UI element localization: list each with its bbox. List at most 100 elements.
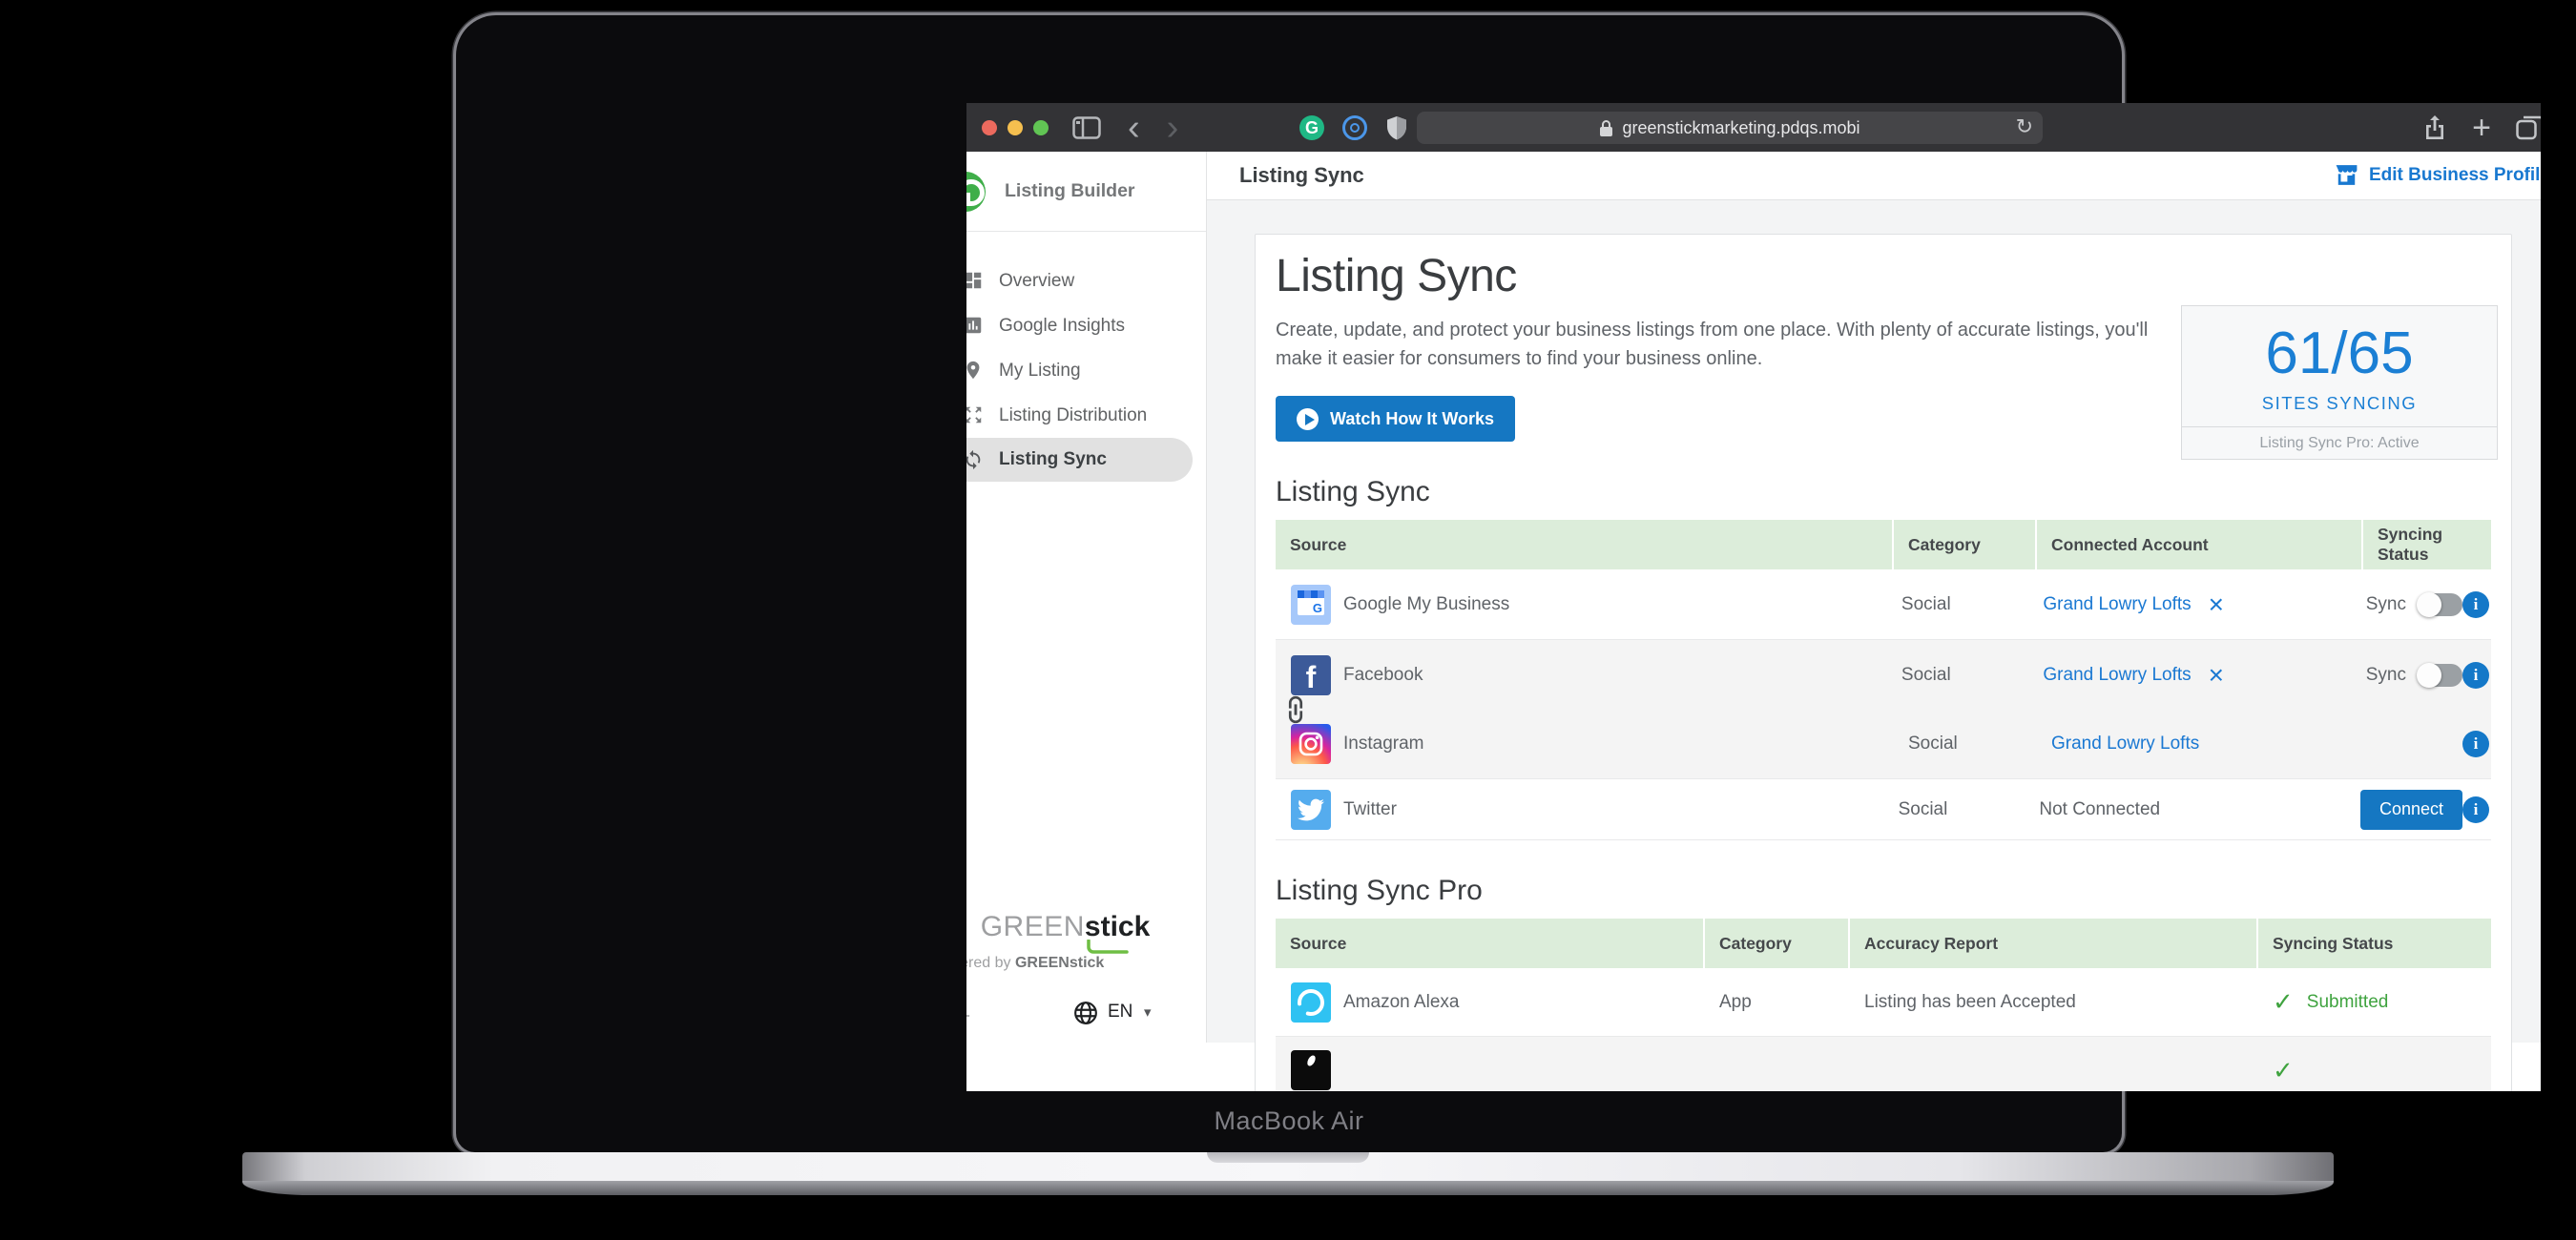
instagram-icon [1291,724,1331,764]
info-icon[interactable]: i [2462,796,2489,823]
macbook-mockup: ‹ › G greenstickmarketing.pdqs.mobi ↻ [0,0,2576,1240]
section-heading: Listing Sync [1276,250,2491,302]
info-icon[interactable]: i [2462,731,2489,757]
sidebar: Listing Builder Overview [966,152,1207,1043]
page-title: Listing Sync [1239,163,1364,188]
laptop-base-edge [242,1181,2334,1195]
main-content: Listing Sync Edit Business Profile Listi… [1207,152,2541,1043]
play-icon [1297,408,1319,430]
sync-table-heading: Listing Sync [1276,476,2491,508]
sync-arrows-icon [966,449,984,470]
sidebar-item-google-insights[interactable]: Google Insights [966,303,1206,348]
amazon-alexa-icon [1291,982,1331,1023]
table-row-partial: ✓ [1276,1037,2491,1091]
table-row-instagram: Instagram Social Grand Lowry Lofts i [1276,710,2491,778]
apple-icon [1291,1050,1331,1090]
share-icon[interactable] [2422,114,2447,142]
disconnect-x-icon[interactable]: × [2209,591,2224,618]
grammarly-extension-icon[interactable]: G [1299,115,1324,140]
disconnect-x-icon[interactable]: × [2209,662,2224,689]
watch-how-it-works-button[interactable]: Watch How It Works [1276,396,1515,442]
language-selector[interactable]: EN [1108,1002,1132,1023]
dashboard-icon [966,270,984,291]
connected-account-link[interactable]: Grand Lowry Lofts [2051,734,2199,754]
window-close-button[interactable] [982,120,997,135]
distribution-arrows-icon [966,404,984,425]
pro-table-header: Source Category Accuracy Report Syncing … [1276,919,2491,968]
connect-button[interactable]: Connect [2360,790,2462,830]
sidebar-item-label: Listing Sync [999,449,1107,470]
language-row: ← EN ▾ [966,999,1206,1027]
refresh-icon[interactable]: ↻ [2016,114,2033,139]
info-icon[interactable]: i [2462,591,2489,618]
sidebar-nav: Overview Google Insights [966,232,1206,482]
laptop-bezel: ‹ › G greenstickmarketing.pdqs.mobi ↻ [456,15,2122,1152]
table-row-google-my-business: G Google My Business Social Grand Lowry … [1276,569,2491,640]
listing-builder-logo [966,172,986,212]
back-chevron-icon[interactable]: ‹ [1128,110,1140,146]
sites-syncing-label: SITES SYNCING [2182,393,2497,414]
sidebar-item-my-listing[interactable]: My Listing [966,348,1206,393]
connected-account-link[interactable]: Grand Lowry Lofts [2043,665,2191,686]
app-window: Listing Builder Overview [966,152,2541,1091]
sidebar-brand-row: Listing Builder [966,152,1206,232]
section-description: Create, update, and protect your busines… [1276,316,2172,373]
language-caret-icon[interactable]: ▾ [1144,1003,1152,1021]
sidebar-footer: GREENstick Powered by GREENstick ← EN ▾ [966,880,1206,1043]
facebook-icon: f [1291,655,1331,695]
check-icon: ✓ [2273,987,2294,1017]
window-minimize-button[interactable] [1008,120,1023,135]
sidebar-title: Listing Builder [1005,180,1135,202]
browser-chrome: ‹ › G greenstickmarketing.pdqs.mobi ↻ [966,103,2541,152]
sites-syncing-count: 61/65 [2182,320,2497,387]
tab-overview-icon[interactable] [2516,115,2541,140]
listing-sync-card: Listing Sync Create, update, and protect… [1255,234,2512,1091]
sidebar-item-listing-sync[interactable]: Listing Sync [966,438,1193,482]
location-pin-icon [966,360,984,381]
device-label: MacBook Air [456,1106,2122,1136]
sync-table-header: Source Category Connected Account Syncin… [1276,520,2491,569]
laptop-screen: ‹ › G greenstickmarketing.pdqs.mobi ↻ [966,103,2541,1091]
syncing-status-text: Submitted [2307,992,2389,1013]
table-row-facebook: f Facebook Social Grand Lowry Lofts × [1276,640,2491,710]
collapse-sidebar-icon[interactable]: ← [966,1000,974,1026]
sidebar-item-label: Overview [999,271,1074,292]
globe-icon [1073,1001,1098,1025]
storefront-icon [2334,164,2359,187]
privacy-extension-icon[interactable] [1342,115,1367,140]
content-toolbar: Listing Sync Edit Business Profile [1207,152,2541,200]
window-zoom-button[interactable] [1033,120,1049,135]
new-tab-icon[interactable]: + [2472,112,2491,144]
greenstick-hook-mark [1086,940,1130,956]
check-icon: ✓ [2273,1056,2294,1085]
address-bar[interactable]: greenstickmarketing.pdqs.mobi ↻ [1417,112,2043,144]
sync-table: Source Category Connected Account Syncin… [1276,520,2491,840]
browser-sidebar-icon[interactable] [1072,116,1101,139]
listing-sync-pro-status: Listing Sync Pro: Active [2182,426,2497,459]
laptop-base-notch [1207,1152,1369,1163]
sidebar-item-listing-distribution[interactable]: Listing Distribution [966,393,1206,438]
google-my-business-icon: G [1291,585,1331,625]
sync-toggle[interactable] [2418,593,2462,616]
sidebar-item-overview[interactable]: Overview [966,258,1206,303]
sync-toggle[interactable] [2418,664,2462,687]
sidebar-item-label: My Listing [999,361,1081,382]
forward-chevron-icon[interactable]: › [1167,110,1179,146]
info-icon[interactable]: i [2462,662,2489,689]
table-row-amazon-alexa: Amazon Alexa App Listing has been Accept… [1276,968,2491,1037]
lock-icon [1599,119,1613,137]
pro-table-heading: Listing Sync Pro [1276,875,2491,907]
pro-table: Source Category Accuracy Report Syncing … [1276,919,2491,1091]
sites-syncing-card: 61/65 SITES SYNCING Listing Sync Pro: Ac… [2181,305,2498,460]
insights-chart-icon [966,315,984,336]
laptop-base [242,1152,2334,1181]
connected-account-link[interactable]: Grand Lowry Lofts [2043,594,2191,615]
linked-accounts-chain-icon [1279,693,1312,726]
table-row-twitter: Twitter Social Not Connected Connect i [1276,779,2491,840]
shield-extension-icon[interactable] [1385,115,1408,141]
url-text: greenstickmarketing.pdqs.mobi [1622,118,1859,138]
powered-by-text: Powered by GREENstick [966,955,1104,972]
facebook-instagram-group: f Facebook Social Grand Lowry Lofts × [1276,640,2491,779]
sidebar-item-label: Google Insights [999,316,1125,337]
edit-business-profile-link[interactable]: Edit Business Profile [2334,164,2541,187]
